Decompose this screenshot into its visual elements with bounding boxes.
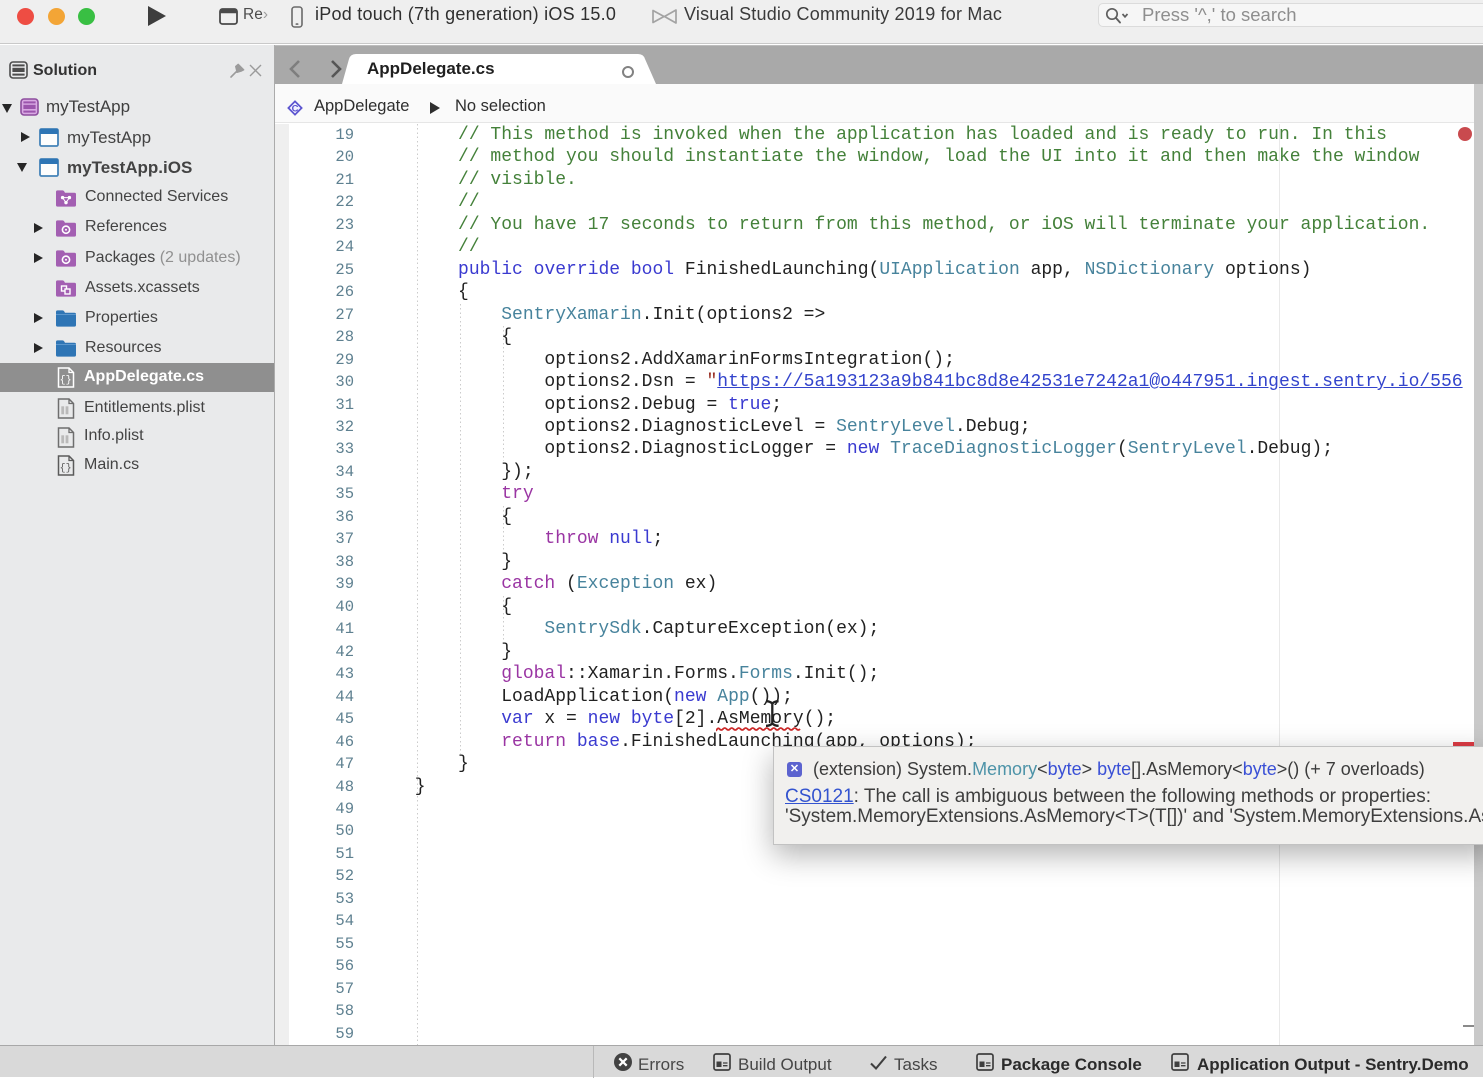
- svg-text:C: C: [292, 104, 299, 115]
- svg-text:{}: {}: [60, 374, 72, 386]
- svg-text:{}: {}: [60, 462, 72, 474]
